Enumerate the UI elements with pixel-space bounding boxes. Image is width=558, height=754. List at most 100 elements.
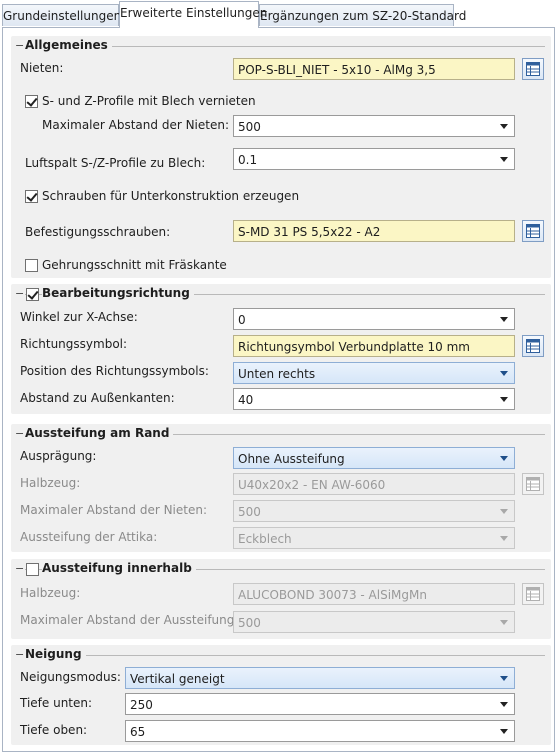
section-header: − Allgemeines bbox=[11, 36, 551, 54]
combo-value: 0.1 bbox=[238, 153, 258, 167]
combo-value: Vertikal geneigt bbox=[130, 672, 225, 686]
section-aussteifung-am-rand: − Aussteifung am Rand Ausprägung: Ohne A… bbox=[11, 424, 551, 552]
combo-value: 500 bbox=[238, 120, 261, 134]
section-title: Allgemeines bbox=[25, 38, 112, 52]
table-picker-icon bbox=[526, 587, 540, 601]
attika-combo: Eckblech bbox=[233, 527, 515, 549]
richtungssymbol-field[interactable]: Richtungsymbol Verbundplatte 10 mm bbox=[233, 335, 515, 357]
chevron-down-icon bbox=[500, 397, 508, 402]
table-picker-icon bbox=[526, 62, 540, 76]
collapse-icon[interactable]: − bbox=[15, 39, 24, 52]
befestigung-label: Befestigungsschrauben: bbox=[25, 225, 171, 239]
collapse-icon[interactable]: − bbox=[15, 427, 24, 440]
halbzeug-rand-picker-button bbox=[522, 473, 544, 495]
collapse-icon[interactable]: − bbox=[15, 648, 24, 661]
section-title: Aussteifung am Rand bbox=[25, 426, 174, 440]
auspraegung-label: Ausprägung: bbox=[20, 449, 97, 463]
sz-vernieten-label: S- und Z-Profile mit Blech vernieten bbox=[42, 94, 256, 108]
tab-ergaenzungen-sz20[interactable]: Ergänzungen zum SZ-20-Standard bbox=[259, 4, 466, 26]
combo-value: Ohne Aussteifung bbox=[238, 452, 345, 466]
bearbeitungsrichtung-checkbox[interactable] bbox=[26, 288, 39, 301]
max-abstand-aussteifungen-combo: 500 bbox=[233, 611, 515, 633]
combo-value: 65 bbox=[130, 725, 146, 739]
halbzeug-innen-field: ALUCOBOND 30073 - AlSiMgMn bbox=[233, 583, 515, 605]
auspraegung-combo[interactable]: Ohne Aussteifung bbox=[233, 447, 515, 469]
richtungssymbol-label: Richtungssymbol: bbox=[20, 337, 128, 351]
combo-value: 500 bbox=[238, 505, 261, 519]
richtungssymbol-picker-button[interactable] bbox=[522, 335, 544, 357]
halbzeug-innen-label: Halbzeug: bbox=[20, 586, 81, 600]
halbzeug-rand-label: Halbzeug: bbox=[20, 476, 81, 490]
nieten-label: Nieten: bbox=[20, 61, 64, 75]
section-aussteifung-innerhalb: − Aussteifung innerhalb Halbzeug: ALUCOB… bbox=[11, 559, 551, 639]
section-header: − Aussteifung am Rand bbox=[11, 424, 551, 442]
combo-value: Unten rechts bbox=[238, 367, 316, 381]
luftspalt-label: Luftspalt S-/Z-Profile zu Blech: bbox=[25, 156, 206, 170]
combo-value: Eckblech bbox=[238, 532, 292, 546]
chevron-down-icon bbox=[500, 317, 508, 322]
position-richtungssymbol-combo[interactable]: Unten rechts bbox=[233, 362, 515, 384]
chevron-down-icon bbox=[500, 509, 508, 514]
section-bearbeitungsrichtung: − Bearbeitungsrichtung Winkel zur X-Achs… bbox=[11, 284, 551, 414]
chevron-down-icon bbox=[500, 456, 508, 461]
tab-erweiterte-einstellungen[interactable]: Erweiterte Einstellungen bbox=[119, 1, 267, 28]
nieten-field[interactable]: POP-S-BLI_NIET - 5x10 - AlMg 3,5 bbox=[233, 58, 515, 80]
winkel-combo[interactable]: 0 bbox=[233, 308, 515, 330]
section-header: − Neigung bbox=[11, 645, 551, 663]
gehrung-checkbox[interactable] bbox=[25, 259, 38, 272]
position-richtungssymbol-label: Position des Richtungssymbols: bbox=[20, 364, 209, 378]
collapse-icon[interactable]: − bbox=[15, 562, 24, 575]
neigungsmodus-label: Neigungsmodus: : bbox=[20, 670, 129, 684]
chevron-down-icon bbox=[500, 729, 508, 734]
section-allgemeines: − Allgemeines Nieten: POP-S-BLI_NIET - 5… bbox=[11, 36, 551, 278]
tab-grundeinstellungen[interactable]: Grundeinstellungen bbox=[2, 4, 121, 26]
schrauben-label: Schrauben für Unterkonstruktion erzeugen bbox=[42, 189, 300, 203]
tiefe-unten-combo[interactable]: 250 bbox=[125, 693, 515, 715]
max-abstand-aussteifungen-label: Maximaler Abstand der Aussteifungen: bbox=[20, 613, 254, 627]
table-picker-icon bbox=[526, 339, 540, 353]
tiefe-oben-combo[interactable]: 65 bbox=[125, 720, 515, 742]
chevron-down-icon bbox=[500, 536, 508, 541]
combo-value: 40 bbox=[238, 393, 254, 407]
table-picker-icon bbox=[526, 224, 540, 238]
section-title: Bearbeitungsrichtung bbox=[42, 286, 194, 300]
tiefe-unten-label: Tiefe unten: bbox=[20, 696, 93, 710]
chevron-down-icon bbox=[500, 124, 508, 129]
max-abstand-nieten-label: Maximaler Abstand der Nieten: bbox=[42, 118, 230, 132]
max-abstand-rand-label: Maximaler Abstand der Nieten: bbox=[20, 503, 208, 517]
settings-panel: − Allgemeines Nieten: POP-S-BLI_NIET - 5… bbox=[2, 27, 555, 752]
winkel-label: Winkel zur X-Achse: bbox=[20, 310, 138, 324]
attika-label: Aussteifung der Attika: bbox=[20, 530, 158, 544]
combo-value: 250 bbox=[130, 698, 153, 712]
chevron-down-icon bbox=[500, 157, 508, 162]
halbzeug-rand-field: U40x20x2 - EN AW-6060 bbox=[233, 473, 515, 495]
combo-value: 0 bbox=[238, 313, 246, 327]
section-neigung: − Neigung Neigungsmodus: : Vertikal gene… bbox=[11, 645, 551, 745]
table-picker-icon bbox=[526, 477, 540, 491]
befestigung-picker-button[interactable] bbox=[522, 220, 544, 242]
aussteifung-innerhalb-checkbox[interactable] bbox=[26, 563, 39, 576]
section-title: Neigung bbox=[25, 647, 86, 661]
section-title: Aussteifung innerhalb bbox=[42, 561, 196, 575]
nieten-picker-button[interactable] bbox=[522, 58, 544, 80]
collapse-icon[interactable]: − bbox=[15, 287, 24, 300]
chevron-down-icon bbox=[500, 620, 508, 625]
schrauben-checkbox[interactable] bbox=[25, 190, 38, 203]
halbzeug-innen-picker-button bbox=[522, 583, 544, 605]
abstand-aussenkanten-combo[interactable]: 40 bbox=[233, 388, 515, 410]
sz-vernieten-checkbox[interactable] bbox=[25, 95, 38, 108]
chevron-down-icon bbox=[500, 371, 508, 376]
divider bbox=[25, 655, 545, 656]
befestigung-field[interactable]: S-MD 31 PS 5,5x22 - A2 bbox=[233, 220, 515, 242]
abstand-aussenkanten-label: Abstand zu Außenkanten: bbox=[20, 391, 175, 405]
combo-value: 500 bbox=[238, 616, 261, 630]
section-header: − Aussteifung innerhalb bbox=[11, 559, 551, 577]
tiefe-oben-label: Tiefe oben: bbox=[20, 723, 88, 737]
tab-bar: Grundeinstellungen Erweiterte Einstellun… bbox=[0, 0, 558, 28]
max-abstand-rand-combo: 500 bbox=[233, 500, 515, 522]
gehrung-label: Gehrungsschnitt mit Fräskante bbox=[42, 258, 227, 272]
max-abstand-nieten-combo[interactable]: 500 bbox=[233, 115, 515, 137]
neigungsmodus-combo[interactable]: Vertikal geneigt bbox=[125, 667, 515, 689]
chevron-down-icon bbox=[500, 702, 508, 707]
luftspalt-combo[interactable]: 0.1 bbox=[233, 148, 515, 170]
